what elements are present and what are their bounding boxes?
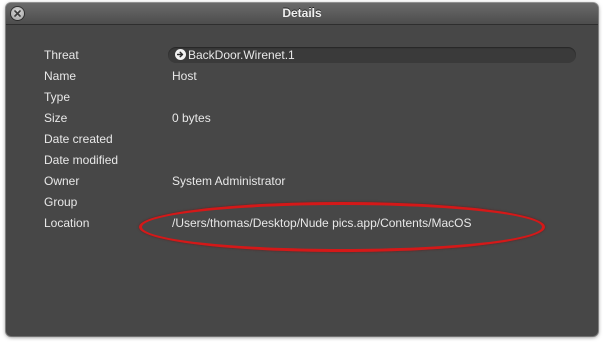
row-group: Group (6, 193, 598, 214)
row-type: Type (6, 88, 598, 109)
row-name: Name Host (6, 67, 598, 88)
details-content: Threat BackDoor.Wirenet.1 Name Host Type… (6, 25, 598, 336)
value-name: Host (172, 69, 197, 83)
arrow-right-circle-icon[interactable] (175, 49, 186, 60)
label-group: Group (44, 195, 78, 209)
label-name: Name (44, 69, 77, 83)
value-threat: BackDoor.Wirenet.1 (188, 48, 295, 62)
title-bar[interactable]: Details (6, 3, 598, 25)
label-date-created: Date created (44, 132, 113, 146)
label-location: Location (44, 216, 90, 230)
row-date-modified: Date modified (6, 151, 598, 172)
value-owner: System Administrator (172, 174, 286, 188)
label-threat: Threat (44, 48, 79, 62)
row-owner: Owner System Administrator (6, 172, 598, 193)
window-title: Details (282, 6, 322, 20)
label-owner: Owner (44, 174, 80, 188)
label-size: Size (44, 111, 68, 125)
row-location: Location /Users/thomas/Desktop/Nude pics… (6, 214, 598, 235)
row-size: Size 0 bytes (6, 109, 598, 130)
details-window: Details Threat BackDoor.Wirenet.1 Name H… (6, 3, 598, 336)
row-threat: Threat BackDoor.Wirenet.1 (6, 46, 598, 67)
row-date-created: Date created (6, 130, 598, 151)
label-date-modified: Date modified (44, 153, 119, 167)
value-location[interactable]: /Users/thomas/Desktop/Nude pics.app/Cont… (172, 216, 471, 230)
label-type: Type (44, 90, 71, 104)
value-size: 0 bytes (172, 111, 211, 125)
